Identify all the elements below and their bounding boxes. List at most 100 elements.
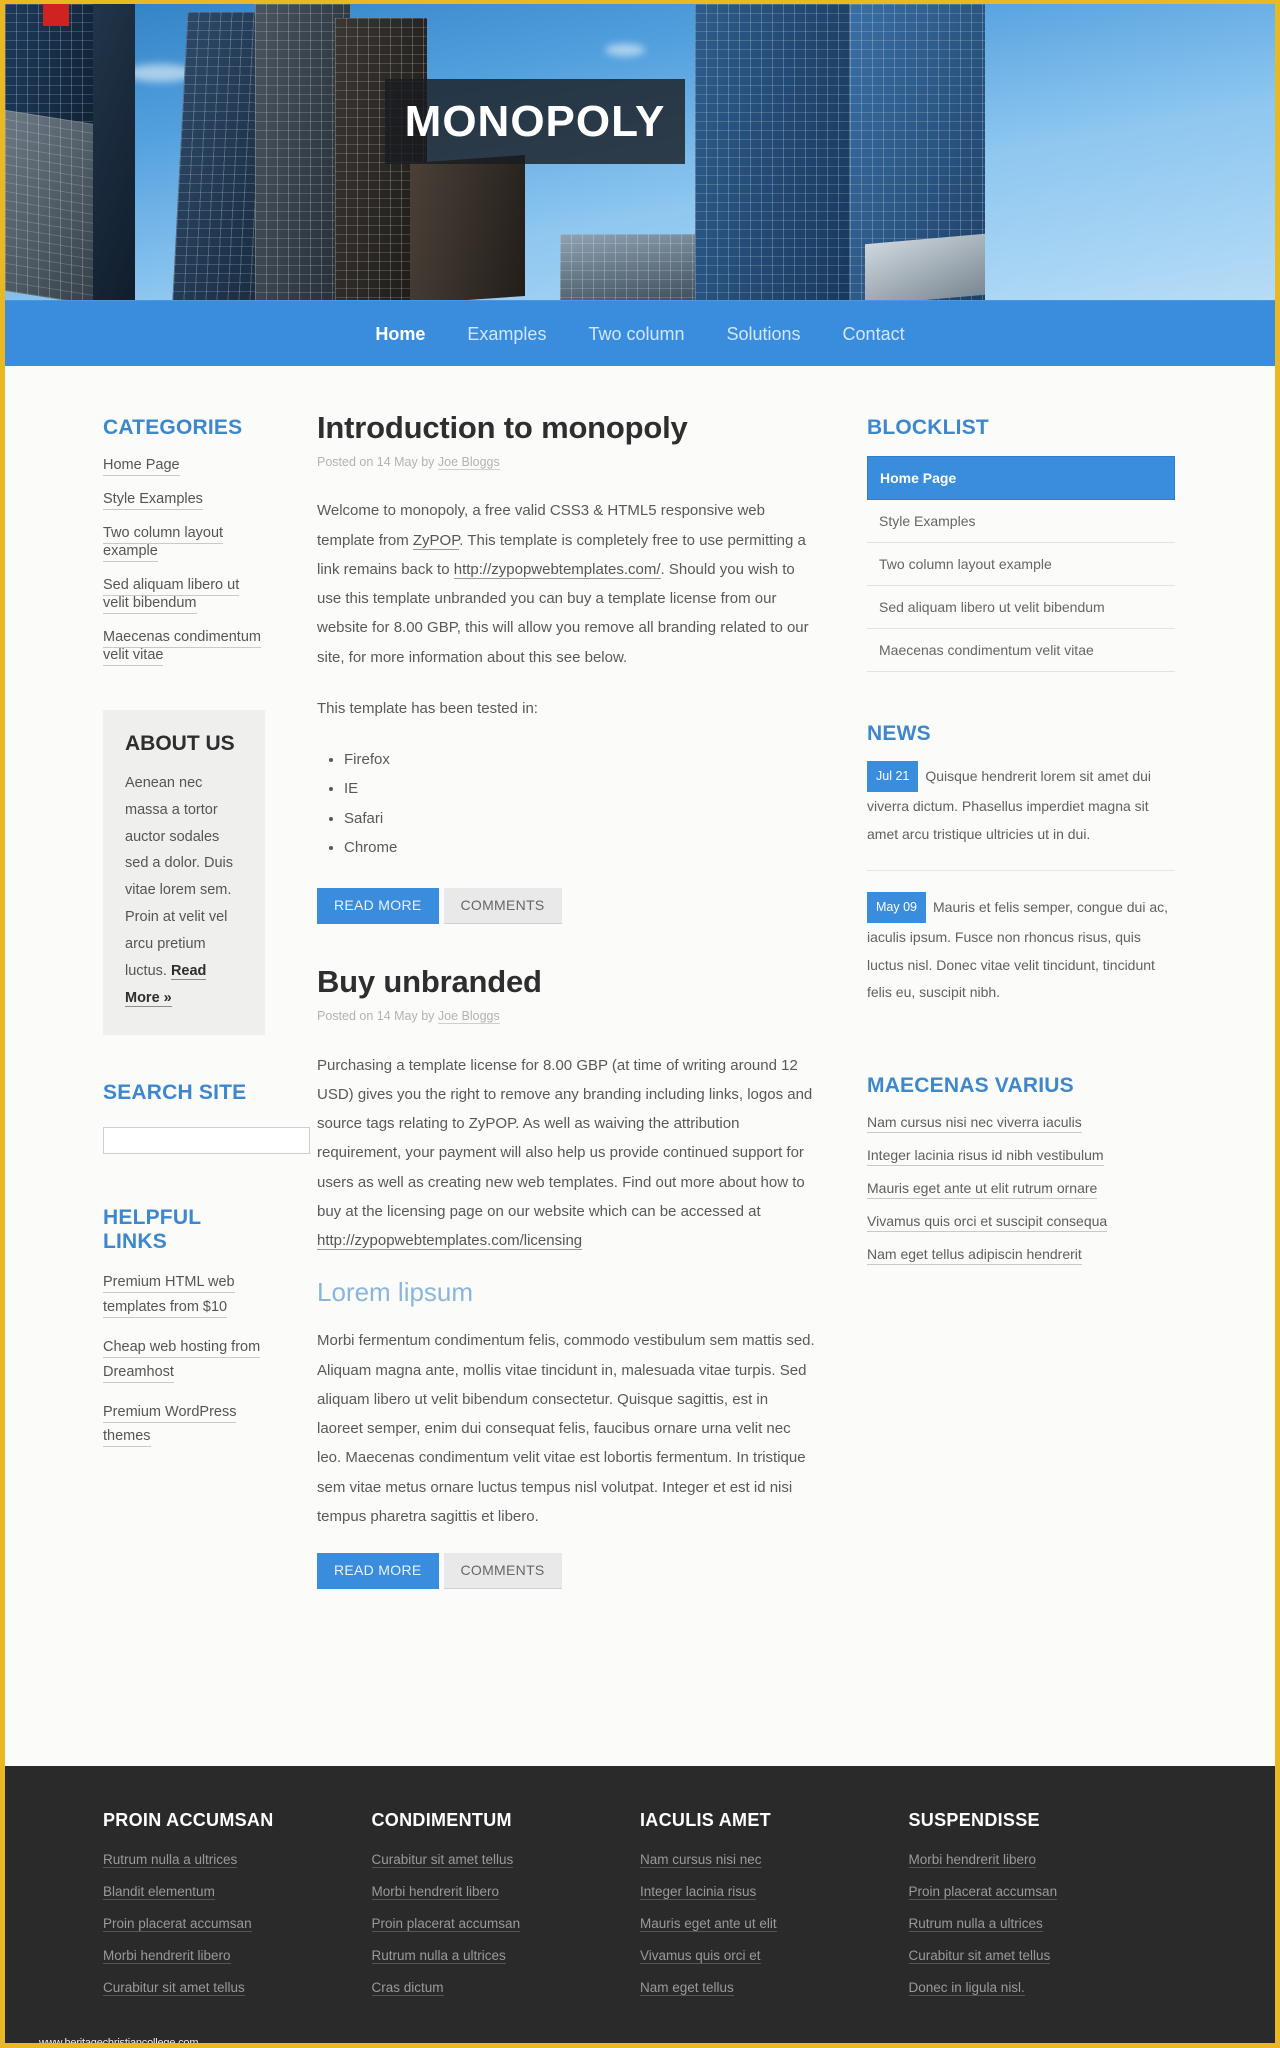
widget-maecenas-varius: MAECENAS VARIUS Nam cursus nisi nec vive… — [867, 1074, 1175, 1266]
footer-link[interactable]: Rutrum nulla a ultrices — [103, 1852, 238, 1868]
blocklist-link-two-column[interactable]: Two column layout example — [867, 543, 1175, 585]
varius-link-nam-cursus[interactable]: Nam cursus nisi nec viverra iaculis — [867, 1114, 1082, 1134]
category-link-sed-aliquam[interactable]: Sed aliquam libero ut velit bibendum — [103, 577, 240, 614]
blocklist-link-home-page[interactable]: Home Page — [867, 456, 1175, 500]
article-title: Introduction to monopoly — [317, 410, 688, 445]
footer-link[interactable]: Rutrum nulla a ultrices — [371, 1948, 506, 1964]
comments-button[interactable]: COMMENTS — [443, 1553, 562, 1589]
footer-column-iaculis-amet: IACULIS AMET Nam cursus nisi nec Integer… — [640, 1810, 909, 2011]
nav-item-home[interactable]: Home — [354, 301, 446, 367]
footer-link-list: Curabitur sit amet tellus Morbi hendreri… — [371, 1851, 641, 1997]
footer-column-title: CONDIMENTUM — [371, 1810, 512, 1830]
widget-about-us: ABOUT US Aenean nec massa a tortor aucto… — [103, 710, 265, 1036]
footer-link[interactable]: Cras dictum — [371, 1980, 444, 1996]
widget-search-site: SEARCH SITE — [103, 1081, 310, 1155]
main-navigation[interactable]: Home Examples Two column Solutions Conta… — [5, 300, 1275, 366]
article-paragraph: Purchasing a template license for 8.00 G… — [317, 1051, 815, 1256]
licensing-url-link[interactable]: http://zypopwebtemplates.com/licensing — [317, 1232, 583, 1250]
read-more-button[interactable]: READ MORE — [317, 888, 439, 925]
list-item: Cheap web hosting from Dreamhost — [103, 1335, 265, 1385]
building-shape — [410, 154, 525, 300]
categories-list: Home Page Style Examples Two column layo… — [103, 456, 265, 666]
varius-link-nam-eget[interactable]: Nam eget tellus adipiscin hendrerit — [867, 1246, 1082, 1266]
footer-link[interactable]: Morbi hendrerit libero — [103, 1948, 231, 1964]
footer-link[interactable]: Morbi hendrerit libero — [371, 1884, 500, 1900]
blocklist-link-maecenas[interactable]: Maecenas condimentum velit vitae — [867, 629, 1175, 671]
article-author-link[interactable]: Joe Bloggs — [437, 455, 500, 470]
about-us-body: Aenean nec massa a tortor auctor sodales… — [125, 775, 234, 979]
glass-texture — [695, 4, 860, 300]
helpful-links-list: Premium HTML web templates from $10 Chea… — [103, 1270, 265, 1449]
category-link-style-examples[interactable]: Style Examples — [103, 491, 203, 510]
footer-link[interactable]: Proin placerat accumsan — [908, 1884, 1058, 1900]
blocklist-item-two-column[interactable]: Two column layout example — [867, 543, 1175, 586]
billboard-shape — [43, 4, 69, 26]
article-actions: READ MORE COMMENTS — [317, 888, 815, 925]
building-shape — [865, 233, 985, 300]
search-input[interactable] — [103, 1127, 310, 1155]
site-logo[interactable]: MONOPOLY — [385, 79, 685, 164]
category-link-home-page[interactable]: Home Page — [103, 457, 180, 476]
list-item: Morbi hendrerit libero — [371, 1883, 641, 1901]
article-paragraph: Welcome to monopoly, a free valid CSS3 &… — [317, 496, 815, 672]
footer-link[interactable]: Rutrum nulla a ultrices — [908, 1916, 1043, 1932]
varius-link-mauris-eget[interactable]: Mauris eget ante ut elit rutrum ornare — [867, 1180, 1098, 1200]
category-link-maecenas[interactable]: Maecenas condimentum velit vitae — [103, 629, 261, 666]
footer-link[interactable]: Proin placerat accumsan — [371, 1916, 521, 1932]
footer-link[interactable]: Blandit elementum — [103, 1884, 215, 1900]
nav-item-contact[interactable]: Contact — [822, 301, 926, 367]
blocklist-item-style-examples[interactable]: Style Examples — [867, 500, 1175, 543]
browser-list: Firefox IE Safari Chrome — [317, 745, 815, 862]
footer-column-suspendisse: SUSPENDISSE Morbi hendrerit libero Proin… — [908, 1810, 1178, 2011]
page-content: CATEGORIES Home Page Style Examples Two … — [5, 366, 1275, 1766]
footer-link[interactable]: Mauris eget ante ut elit — [640, 1916, 777, 1932]
footer-link[interactable]: Curabitur sit amet tellus — [103, 1980, 245, 1996]
footer-column-condimentum: CONDIMENTUM Curabitur sit amet tellus Mo… — [371, 1810, 641, 2011]
blocklist-link-style-examples[interactable]: Style Examples — [867, 500, 1175, 542]
widget-helpful-links: HELPFUL LINKS Premium HTML web templates… — [103, 1206, 265, 1449]
blocklist-title: BLOCKLIST — [867, 416, 989, 439]
list-item: Integer lacinia risus — [640, 1883, 909, 1901]
helpful-link-dreamhost[interactable]: Cheap web hosting from Dreamhost — [103, 1338, 261, 1383]
nav-item-solutions[interactable]: Solutions — [705, 301, 821, 367]
list-item: Two column layout example — [103, 524, 265, 562]
footer-link[interactable]: Nam cursus nisi nec — [640, 1852, 762, 1868]
footer-link[interactable]: Nam eget tellus — [640, 1980, 734, 1996]
news-title: NEWS — [867, 722, 931, 745]
comments-button[interactable]: COMMENTS — [443, 888, 562, 925]
footer-link[interactable]: Donec in ligula nisl. — [908, 1980, 1025, 1996]
blocklist-item-home-page[interactable]: Home Page — [867, 456, 1175, 500]
list-item: Nam eget tellus adipiscin hendrerit — [867, 1246, 1175, 1266]
helpful-link-wordpress[interactable]: Premium WordPress themes — [103, 1403, 237, 1448]
news-item: Jul 21 Quisque hendrerit lorem sit amet d… — [867, 761, 1175, 871]
zypop-url-link[interactable]: http://zypopwebtemplates.com/ — [453, 560, 661, 579]
list-item: Donec in ligula nisl. — [908, 1979, 1178, 1997]
varius-link-integer-lacinia[interactable]: Integer lacinia risus id nibh vestibulum — [867, 1147, 1104, 1167]
blocklist-item-maecenas[interactable]: Maecenas condimentum velit vitae — [867, 629, 1175, 672]
read-more-button[interactable]: READ MORE — [317, 1553, 439, 1589]
article-buy-unbranded: Buy unbranded Posted on 14 May by Joe Bl… — [317, 964, 815, 1589]
varius-link-vivamus-quis[interactable]: Vivamus quis orci et suscipit consequa — [867, 1213, 1108, 1233]
footer-link[interactable]: Vivamus quis orci et — [640, 1948, 761, 1964]
blocklist-item-sed-aliquam[interactable]: Sed aliquam libero ut velit bibendum — [867, 586, 1175, 629]
nav-item-two-column[interactable]: Two column — [567, 301, 705, 367]
article-meta-prefix: Posted on 14 May by — [317, 455, 438, 469]
left-sidebar: CATEGORIES Home Page Style Examples Two … — [5, 398, 310, 1766]
footer-link[interactable]: Curabitur sit amet tellus — [371, 1852, 514, 1868]
article-author-link[interactable]: Joe Bloggs — [437, 1009, 500, 1025]
category-link-two-column[interactable]: Two column layout example — [103, 525, 224, 562]
list-item: Cras dictum — [371, 1979, 641, 1997]
list-item: Blandit elementum — [103, 1883, 372, 1901]
footer-link[interactable]: Integer lacinia risus — [640, 1884, 757, 1900]
list-item: Curabitur sit amet tellus — [103, 1979, 372, 1997]
blocklist-link-sed-aliquam[interactable]: Sed aliquam libero ut velit bibendum — [867, 586, 1175, 628]
footer-link[interactable]: Proin placerat accumsan — [103, 1916, 252, 1932]
helpful-link-premium-html[interactable]: Premium HTML web templates from $10 — [103, 1274, 235, 1319]
footer-link[interactable]: Morbi hendrerit libero — [908, 1852, 1037, 1868]
footer-link-list: Nam cursus nisi nec Integer lacinia risu… — [640, 1851, 909, 1997]
list-item: Sed aliquam libero ut velit bibendum — [103, 576, 265, 614]
zypop-link[interactable]: ZyPOP — [412, 531, 460, 550]
nav-item-examples[interactable]: Examples — [446, 301, 567, 367]
footer-link[interactable]: Curabitur sit amet tellus — [908, 1948, 1051, 1964]
widget-categories: CATEGORIES Home Page Style Examples Two … — [103, 416, 265, 666]
